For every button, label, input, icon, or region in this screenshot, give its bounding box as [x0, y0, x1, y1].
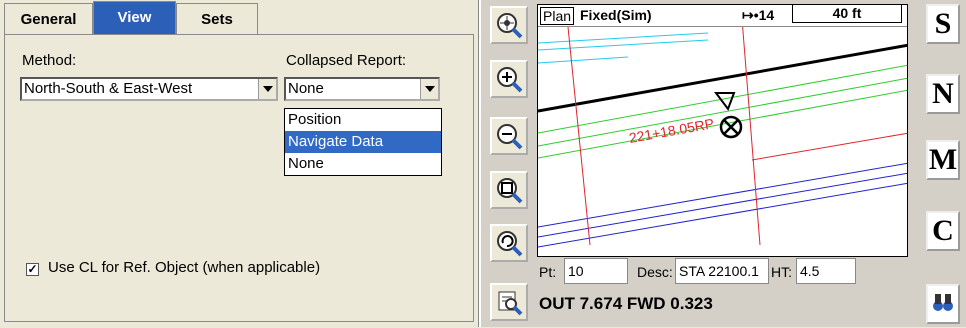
binoculars-icon — [933, 294, 953, 311]
map-drawing: 221+18.05RP — [538, 18, 907, 248]
view-mode-label[interactable]: Plan — [540, 7, 575, 25]
zoom-extents-icon — [498, 291, 523, 316]
option-position[interactable]: Position — [285, 109, 441, 131]
tab-view-label: View — [117, 9, 152, 26]
ht-field[interactable]: 4.5 — [796, 258, 856, 284]
chevron-down-icon — [424, 86, 435, 92]
method-value: North-South & East-West — [24, 80, 193, 97]
binoculars-button[interactable] — [926, 284, 960, 324]
collapsed-report-value: None — [288, 80, 324, 97]
tab-sets-label: Sets — [201, 11, 233, 28]
s-button[interactable]: S — [926, 4, 960, 44]
zoom-previous-button[interactable] — [490, 224, 528, 262]
chevron-down-icon — [262, 86, 273, 92]
collapsed-report-dropdown-button[interactable] — [420, 79, 438, 99]
zoom-out-icon — [497, 124, 523, 150]
zoom-in-button[interactable] — [490, 60, 528, 98]
zoom-window-button[interactable] — [490, 171, 528, 209]
zoom-in-icon — [497, 67, 523, 93]
use-cl-checkbox[interactable]: ✓ — [26, 263, 39, 276]
tab-general[interactable]: General — [4, 3, 93, 34]
sat-count-value: 14 — [758, 7, 775, 23]
map-header: Plan Fixed(Sim) ↦•14 40 ft — [538, 5, 907, 27]
pt-field[interactable]: 10 — [564, 258, 628, 284]
station-label: 221+18.05RP — [628, 115, 716, 146]
settings-panel: General View Sets Method: North-South & … — [0, 0, 478, 327]
option-navigate-data[interactable]: Navigate Data — [285, 131, 441, 153]
pt-label: Pt: — [539, 264, 557, 280]
map-panel: 221+18.05RP Plan Fixed(Sim) ↦•14 40 ft S… — [481, 0, 966, 327]
n-button[interactable]: N — [926, 74, 960, 114]
tab-view[interactable]: View — [93, 1, 176, 35]
collapsed-report-label: Collapsed Report: — [286, 52, 407, 69]
offset-readout: OUT 7.674 FWD 0.323 — [539, 294, 713, 313]
zoom-out-button[interactable] — [490, 117, 528, 155]
scale-bar: 40 ft — [792, 5, 902, 23]
use-cl-label: Use CL for Ref. Object (when applicable) — [48, 259, 321, 276]
collapsed-report-select[interactable]: None — [284, 77, 440, 101]
c-button[interactable]: C — [926, 211, 960, 251]
option-none[interactable]: None — [285, 153, 441, 175]
tab-sets[interactable]: Sets — [176, 3, 258, 34]
fix-status: Fixed(Sim) — [580, 7, 652, 23]
zoom-target-button[interactable] — [490, 6, 528, 44]
zoom-previous-icon — [497, 231, 523, 257]
desc-label: Desc: — [637, 264, 673, 280]
desc-field[interactable]: STA 22100.1 — [675, 258, 769, 284]
tab-general-label: General — [20, 11, 77, 28]
m-button[interactable]: M — [926, 140, 960, 180]
zoom-target-icon — [497, 13, 523, 39]
zoom-extents-button[interactable] — [490, 283, 528, 321]
method-dropdown-button[interactable] — [258, 79, 276, 99]
satellite-icon: ↦• — [742, 7, 759, 23]
collapsed-report-options: Position Navigate Data None — [284, 108, 442, 176]
zoom-window-icon — [497, 178, 523, 204]
map-view[interactable]: 221+18.05RP Plan Fixed(Sim) ↦•14 40 ft — [537, 4, 908, 257]
satellite-count: ↦•14 — [742, 7, 774, 23]
method-label: Method: — [22, 52, 77, 69]
method-select[interactable]: North-South & East-West — [20, 77, 278, 101]
ht-label: HT: — [771, 264, 792, 280]
